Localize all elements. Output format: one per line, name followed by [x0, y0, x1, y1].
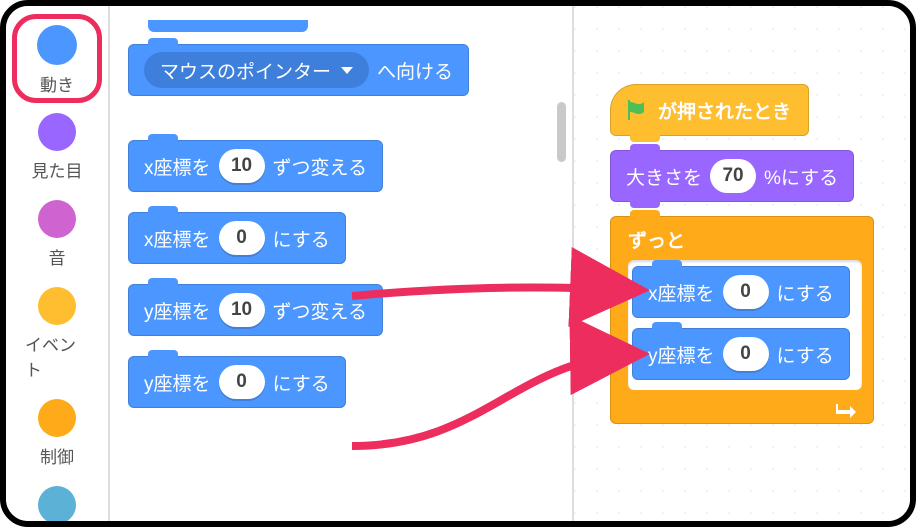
sound-icon — [38, 200, 76, 238]
input-x-delta[interactable]: 10 — [219, 149, 265, 183]
input-x-value-script[interactable]: 0 — [723, 275, 769, 309]
category-label: 動き — [40, 71, 74, 96]
block-when-flag-clicked[interactable]: が押されたとき — [610, 84, 809, 136]
input-y-value-script[interactable]: 0 — [723, 337, 769, 371]
events-icon — [38, 287, 76, 325]
script-area[interactable]: が押されたとき 大きさを 70 %にする ずっと x座標を 0 にする y座標を… — [574, 6, 910, 521]
category-events[interactable]: イベント — [25, 287, 89, 381]
palette-scrollbar[interactable] — [557, 102, 566, 162]
loop-arrow-icon — [834, 398, 858, 418]
dropdown-target[interactable]: マウスのポインター — [144, 52, 369, 88]
block-stub — [148, 20, 308, 32]
block-set-size[interactable]: 大きさを 70 %にする — [610, 150, 854, 202]
category-label: 音 — [49, 244, 66, 269]
looks-icon — [38, 113, 76, 151]
block-set-y-script[interactable]: y座標を 0 にする — [632, 328, 850, 380]
block-change-x[interactable]: x座標を 10 ずつ変える — [128, 140, 383, 192]
block-change-y[interactable]: y座標を 10 ずつ変える — [128, 284, 383, 336]
input-y-delta[interactable]: 10 — [219, 293, 265, 327]
block-set-x-script[interactable]: x座標を 0 にする — [632, 266, 850, 318]
green-flag-icon — [624, 98, 648, 122]
block-point-towards[interactable]: マウスのポインター へ向ける — [128, 44, 469, 96]
block-set-x[interactable]: x座標を 0 にする — [128, 212, 346, 264]
category-label: 制御 — [40, 443, 74, 468]
input-x-value[interactable]: 0 — [219, 221, 265, 255]
category-label: イベント — [25, 331, 89, 381]
block-set-y[interactable]: y座標を 0 にする — [128, 356, 346, 408]
sensing-icon — [38, 486, 76, 524]
input-y-value[interactable]: 0 — [219, 365, 265, 399]
category-motion[interactable]: 動き — [12, 14, 102, 103]
input-size[interactable]: 70 — [710, 159, 756, 193]
block-palette: マウスのポインター へ向ける x座標を 10 ずつ変える x座標を 0 にする … — [110, 6, 574, 521]
control-icon — [38, 399, 76, 437]
motion-icon — [37, 25, 77, 65]
category-label: 見た目 — [32, 157, 83, 182]
category-sound[interactable]: 音 — [25, 200, 89, 269]
category-sensing[interactable] — [25, 486, 89, 527]
category-control[interactable]: 制御 — [25, 399, 89, 468]
category-looks[interactable]: 見た目 — [25, 113, 89, 182]
block-forever[interactable]: ずっと x座標を 0 にする y座標を 0 にする — [610, 216, 874, 424]
category-sidebar: 動き 見た目 音 イベント 制御 — [6, 6, 110, 521]
